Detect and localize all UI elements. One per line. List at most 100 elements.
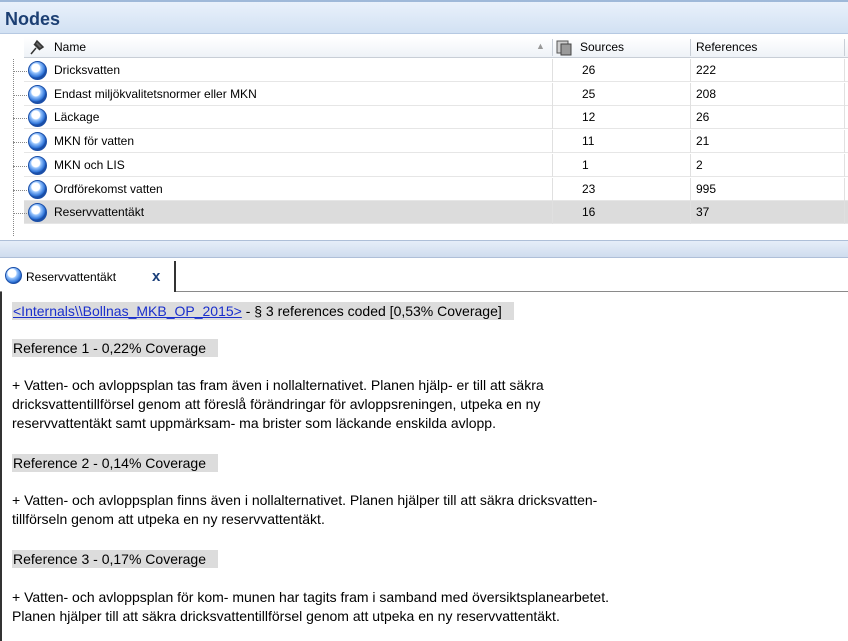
tree-connector xyxy=(13,165,27,167)
cell-divider xyxy=(844,59,845,82)
node-sources-count: 26 xyxy=(582,63,596,77)
column-name-header[interactable]: Name xyxy=(54,37,86,58)
grid-column-header: Name ▲ Sources References xyxy=(24,37,848,58)
sort-ascending-icon: ▲ xyxy=(536,41,545,51)
tree-connector xyxy=(13,189,27,191)
node-name: Ordförekomst vatten xyxy=(54,181,163,196)
node-references-count: 995 xyxy=(696,181,717,196)
node-row[interactable]: MKN för vatten 11 21 xyxy=(24,130,848,154)
column-separator[interactable] xyxy=(552,39,553,56)
coded-references-view[interactable]: <Internals\\Bollnas_MKB_OP_2015> - § 3 r… xyxy=(0,292,848,641)
node-icon xyxy=(28,61,47,80)
cell-divider xyxy=(844,82,845,106)
reference-heading: Reference 1 - 0,22% Coverage xyxy=(12,339,218,357)
detail-tab-bar: Reservvattentäkt x xyxy=(0,258,848,292)
reference-text: + Vatten- och avloppsplan finns även i n… xyxy=(12,491,832,529)
cell-divider xyxy=(552,130,553,154)
node-name: Endast miljökvalitetsnormer eller MKN xyxy=(54,86,257,101)
cell-divider xyxy=(844,201,845,225)
tree-connector xyxy=(13,94,27,96)
node-name: Dricksvatten xyxy=(54,63,121,77)
cell-divider xyxy=(844,177,845,201)
tree-connector xyxy=(13,71,27,72)
reference-text-line: Planen hjälper till att säkra dricksvatt… xyxy=(12,608,560,624)
node-sources-count: 11 xyxy=(582,134,595,149)
cell-divider xyxy=(690,59,691,82)
node-name: MKN och LIS xyxy=(54,157,125,172)
reference-text: + Vatten- och avloppsplan för kom- munen… xyxy=(12,588,832,626)
source-link[interactable]: <Internals\\Bollnas_MKB_OP_2015> xyxy=(13,303,242,319)
node-references-count: 37 xyxy=(696,205,710,220)
column-references-header[interactable]: References xyxy=(696,37,757,58)
reference-text-line: + Vatten- och avloppsplan finns även i n… xyxy=(12,492,598,508)
column-separator[interactable] xyxy=(844,39,845,56)
node-name: MKN för vatten xyxy=(54,134,135,149)
cell-divider xyxy=(690,130,691,154)
node-sources-count: 12 xyxy=(582,110,596,125)
node-icon xyxy=(28,84,47,104)
cell-divider xyxy=(844,153,845,177)
node-row[interactable]: Dricksvatten 26 222 xyxy=(24,59,848,82)
source-line: <Internals\\Bollnas_MKB_OP_2015> - § 3 r… xyxy=(12,302,514,320)
node-references-count: 208 xyxy=(696,86,717,101)
reference-heading: Reference 2 - 0,14% Coverage xyxy=(12,454,218,472)
node-row[interactable]: Endast miljökvalitetsnormer eller MKN 25 2… xyxy=(24,82,848,106)
reference-text-line: tillförseln genom att utpeka en ny reser… xyxy=(12,511,325,527)
node-sources-count: 25 xyxy=(582,86,596,101)
node-row[interactable]: Läckage 12 26 xyxy=(24,106,848,130)
node-references-count: 2 xyxy=(696,157,703,172)
panel-splitter[interactable] xyxy=(0,240,848,258)
column-separator[interactable] xyxy=(690,39,691,56)
node-icon xyxy=(28,132,47,152)
node-row[interactable]: Ordförekomst vatten 23 995 xyxy=(24,177,848,201)
node-icon xyxy=(28,108,47,128)
source-summary: - § 3 references coded [0,53% Coverage] xyxy=(241,303,502,319)
nodes-panel-title: Nodes xyxy=(5,9,61,29)
source-highlight: <Internals\\Bollnas_MKB_OP_2015> - § 3 r… xyxy=(12,302,514,320)
sources-column-icon xyxy=(556,40,572,56)
node-row[interactable]: Reservvattentäkt 16 37 xyxy=(24,201,848,225)
cell-divider xyxy=(552,177,553,201)
cell-divider xyxy=(690,153,691,177)
reference-text-line: reservvattentäkt samt uppmärksam- ma bri… xyxy=(12,415,496,431)
reference-heading: Reference 3 - 0,17% Coverage xyxy=(12,550,218,568)
nodes-panel-header: Nodes xyxy=(0,0,848,34)
node-row[interactable]: MKN och LIS 1 2 xyxy=(24,153,848,177)
node-icon xyxy=(5,267,22,284)
cell-divider xyxy=(690,201,691,225)
pin-icon[interactable] xyxy=(28,39,46,56)
node-sources-count: 23 xyxy=(582,181,596,196)
reference-heading-text: Reference 1 - 0,22% Coverage xyxy=(12,339,218,357)
tree-connector xyxy=(13,142,27,144)
node-references-count: 21 xyxy=(696,134,710,149)
reference-text-line: + Vatten- och avloppsplan tas fram även … xyxy=(12,377,544,393)
node-name: Läckage xyxy=(54,110,100,125)
cell-divider xyxy=(552,82,553,106)
cell-divider xyxy=(552,106,553,130)
node-icon xyxy=(28,179,47,199)
node-sources-count: 16 xyxy=(582,205,596,220)
cell-divider xyxy=(690,106,691,130)
tab-label: Reservvattentäkt xyxy=(26,270,117,284)
cell-divider xyxy=(844,130,845,154)
node-references-count: 26 xyxy=(696,110,710,125)
cell-divider xyxy=(690,177,691,201)
cell-divider xyxy=(690,82,691,106)
reference-text: + Vatten- och avloppsplan tas fram även … xyxy=(12,376,832,433)
node-references-count: 222 xyxy=(696,63,717,77)
cell-divider xyxy=(844,106,845,130)
node-sources-count: 1 xyxy=(582,157,589,172)
close-icon[interactable]: x xyxy=(152,268,160,285)
cell-divider xyxy=(552,153,553,177)
tree-connector xyxy=(13,59,14,236)
cell-divider xyxy=(552,201,553,225)
node-name: Reservvattentäkt xyxy=(54,205,145,220)
cell-divider xyxy=(552,59,553,82)
tab-reservvattentakt[interactable]: Reservvattentäkt x xyxy=(2,261,176,292)
tree-connector xyxy=(13,213,27,215)
column-sources-header[interactable]: Sources xyxy=(580,37,624,58)
nodes-grid: Name ▲ Sources References Dricksvatten 26… xyxy=(0,35,848,240)
reference-text-line: dricksvattentillförsel genom att föreslå… xyxy=(12,396,541,412)
reference-heading-text: Reference 2 - 0,14% Coverage xyxy=(12,454,218,472)
reference-text-line: + Vatten- och avloppsplan för kom- munen… xyxy=(12,589,609,605)
